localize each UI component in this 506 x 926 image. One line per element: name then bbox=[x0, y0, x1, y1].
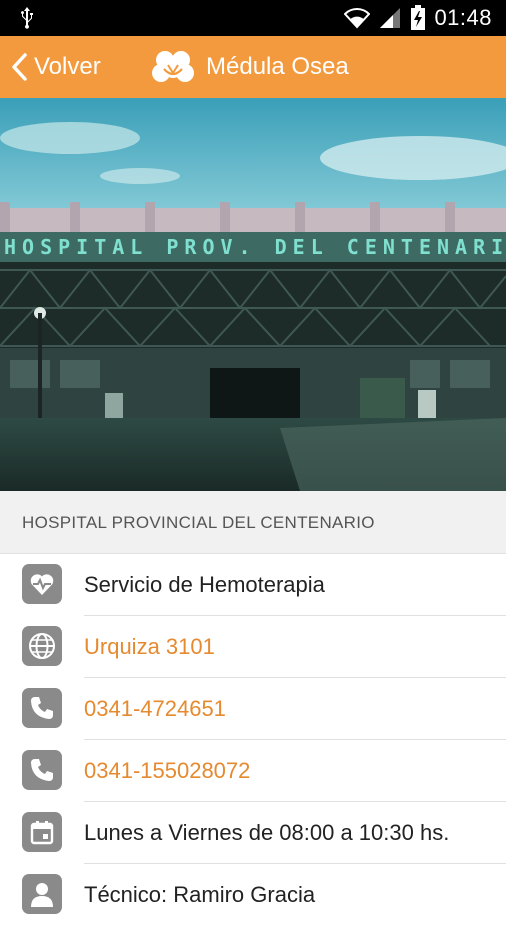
mobile-phone-link[interactable]: 0341-155028072 bbox=[84, 740, 250, 802]
section-header: HOSPITAL PROVINCIAL DEL CENTENARIO bbox=[0, 491, 506, 554]
list-item-schedule: Lunes a Viernes de 08:00 a 10:30 hs. bbox=[0, 802, 506, 864]
chevron-left-icon bbox=[12, 53, 27, 81]
heart-pulse-icon bbox=[22, 564, 62, 604]
calendar-icon bbox=[22, 812, 62, 852]
address-link[interactable]: Urquiza 3101 bbox=[84, 616, 215, 678]
service-name: Servicio de Hemoterapia bbox=[84, 572, 325, 597]
list-item-technician: Técnico: Ramiro Gracia bbox=[0, 864, 506, 926]
section-title: HOSPITAL PROVINCIAL DEL CENTENARIO bbox=[22, 513, 375, 532]
schedule-text: Lunes a Viernes de 08:00 a 10:30 hs. bbox=[84, 820, 450, 845]
back-label: Volver bbox=[34, 53, 101, 80]
person-icon bbox=[22, 874, 62, 914]
status-bar: 01:48 bbox=[0, 0, 506, 36]
phone-icon bbox=[22, 688, 62, 728]
back-button[interactable]: Volver bbox=[10, 36, 101, 98]
hospital-photo: HOSPITAL PROV. DEL CENTENARIO bbox=[0, 98, 506, 491]
hospital-sign: HOSPITAL PROV. DEL CENTENARIO bbox=[4, 235, 506, 259]
phone-link[interactable]: 0341-4724651 bbox=[84, 678, 226, 740]
details-list: Servicio de Hemoterapia Urquiza 3101 034… bbox=[0, 554, 506, 926]
app-bar: Volver Médula Osea bbox=[0, 36, 506, 98]
list-item-mobile[interactable]: 0341-155028072 bbox=[0, 740, 506, 802]
phone-icon bbox=[22, 750, 62, 790]
wifi-icon bbox=[344, 8, 371, 29]
signal-icon bbox=[380, 8, 401, 28]
list-item-phone[interactable]: 0341-4724651 bbox=[0, 678, 506, 740]
app-brand: Médula Osea bbox=[152, 36, 349, 98]
globe-icon bbox=[22, 626, 62, 666]
list-item-address[interactable]: Urquiza 3101 bbox=[0, 616, 506, 678]
battery-charging-icon bbox=[411, 5, 426, 30]
list-item-service: Servicio de Hemoterapia bbox=[0, 554, 506, 616]
status-icons: 01:48 bbox=[344, 0, 492, 36]
clock: 01:48 bbox=[434, 5, 492, 30]
technician-text: Técnico: Ramiro Gracia bbox=[84, 882, 316, 907]
flower-hand-icon bbox=[152, 51, 194, 82]
page-title: Médula Osea bbox=[206, 53, 349, 80]
usb-icon bbox=[21, 7, 33, 29]
